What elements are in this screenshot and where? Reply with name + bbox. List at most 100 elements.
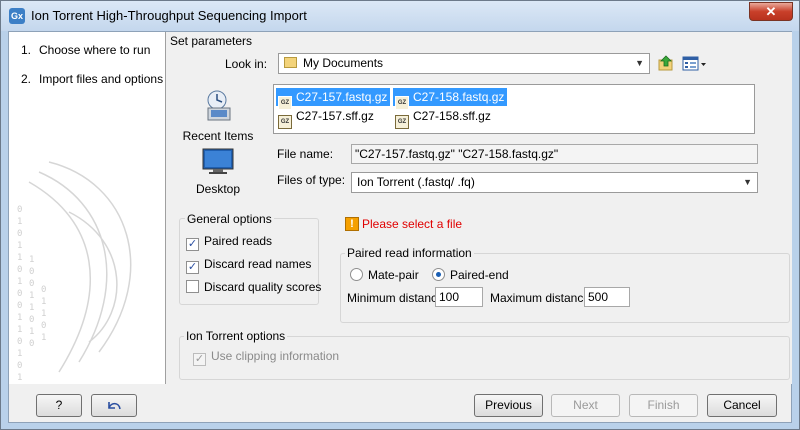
warning-icon: !: [345, 217, 359, 231]
wizard-steps-panel: 1. Choose where to run 2. Import files and…: [9, 32, 166, 384]
file-item[interactable]: GZ C27-157.fastq.gz: [276, 88, 391, 110]
radio-button[interactable]: [350, 268, 363, 281]
svg-text:1: 1: [17, 253, 22, 263]
desktop-icon: [202, 148, 234, 174]
svg-text:1: 1: [29, 327, 34, 337]
svg-text:0: 0: [29, 279, 34, 289]
svg-text:0: 0: [17, 289, 22, 299]
finish-button[interactable]: Finish: [629, 394, 698, 417]
file-item[interactable]: GZ C27-157.sff.gz: [276, 107, 377, 129]
checkbox-box[interactable]: ✓: [186, 261, 199, 274]
file-name: C27-157.fastq.gz: [296, 90, 388, 104]
desktop-place[interactable]: Desktop: [179, 147, 257, 196]
files-of-type-label: Files of type:: [277, 173, 346, 187]
paired-reads-checkbox[interactable]: ✓ Paired reads: [186, 234, 272, 251]
decorative-swirl-graphic: 010 110 100 110 101 100 110 10 011 01: [17, 161, 132, 383]
minimum-distance-field[interactable]: 100: [435, 287, 483, 307]
minimum-distance-label: Minimum distance: [347, 291, 444, 305]
paired-end-radio[interactable]: Paired-end: [432, 268, 509, 282]
previous-button[interactable]: Previous: [474, 394, 543, 417]
checkbox-label: Use clipping information: [211, 349, 340, 363]
files-of-type-dropdown[interactable]: Ion Torrent (.fastq/ .fq) ▼: [351, 172, 758, 193]
view-menu-icon[interactable]: [682, 56, 708, 72]
ion-torrent-options-title: Ion Torrent options: [184, 329, 288, 343]
checkbox-label: Discard quality scores: [204, 280, 322, 294]
svg-text:1: 1: [17, 277, 22, 287]
svg-text:0: 0: [41, 285, 46, 295]
recent-items-label: Recent Items: [182, 129, 254, 143]
dialog-body: 1. Choose where to run 2. Import files and…: [8, 31, 792, 423]
maximum-distance-label: Maximum distance: [490, 291, 591, 305]
svg-text:1: 1: [29, 255, 34, 265]
svg-text:0: 0: [17, 229, 22, 239]
look-in-value: My Documents: [303, 56, 384, 70]
title-bar[interactable]: Gx Ion Torrent High-Throughput Sequencin…: [1, 1, 799, 31]
file-name: C27-158.sff.gz: [413, 109, 491, 123]
look-in-dropdown[interactable]: My Documents ▼: [278, 53, 650, 74]
desktop-label: Desktop: [195, 182, 241, 196]
svg-text:1: 1: [17, 313, 22, 323]
file-item[interactable]: GZ C27-158.fastq.gz: [393, 88, 508, 110]
restore-defaults-button[interactable]: [91, 394, 137, 417]
files-of-type-value: Ion Torrent (.fastq/ .fq): [357, 175, 475, 189]
svg-text:1: 1: [29, 291, 34, 301]
checkbox-box[interactable]: ✓: [186, 238, 199, 251]
general-options-title: General options: [185, 212, 274, 226]
parameters-panel: Set parameters Look in: My Documents ▼ R…: [167, 32, 792, 384]
svg-text:0: 0: [29, 315, 34, 325]
svg-text:1: 1: [41, 309, 46, 319]
cancel-button[interactable]: Cancel: [707, 394, 777, 417]
mate-pair-radio[interactable]: Mate-pair: [350, 268, 419, 282]
step-import-files: 2. Import files and options: [21, 72, 163, 86]
file-name: C27-157.sff.gz: [296, 109, 374, 123]
svg-text:1: 1: [41, 297, 46, 307]
svg-text:0: 0: [17, 301, 22, 311]
recent-items-icon: [207, 90, 231, 121]
step-label: Import files and options: [39, 72, 164, 86]
checkbox-label: Paired reads: [204, 234, 273, 248]
look-in-label: Look in:: [225, 57, 268, 71]
up-folder-icon[interactable]: [657, 54, 675, 72]
svg-text:1: 1: [41, 333, 46, 343]
step-number: 2.: [21, 72, 32, 86]
maximum-distance-field[interactable]: 500: [584, 287, 630, 307]
file-list[interactable]: GZ C27-157.fastq.gz GZ C27-158.fastq.gz GZ…: [273, 84, 755, 134]
svg-text:1: 1: [17, 217, 22, 227]
warning-message: Please select a file: [362, 217, 463, 231]
svg-text:0: 0: [41, 321, 46, 331]
svg-text:1: 1: [17, 349, 22, 359]
close-button[interactable]: ✕: [749, 2, 793, 21]
file-name-label: File name:: [277, 147, 334, 161]
checkbox-box[interactable]: ✓: [193, 353, 206, 366]
step-number: 1.: [21, 43, 32, 57]
file-item[interactable]: GZ C27-158.sff.gz: [393, 107, 494, 129]
svg-text:0: 0: [29, 339, 34, 349]
recent-items-place[interactable]: Recent Items: [179, 88, 257, 143]
svg-text:1: 1: [17, 325, 22, 335]
discard-read-names-checkbox[interactable]: ✓ Discard read names: [186, 257, 311, 274]
window-title: Ion Torrent High-Throughput Sequencing I…: [31, 8, 307, 23]
folder-icon: [284, 57, 297, 68]
step-label: Choose where to run: [39, 43, 151, 57]
radio-button[interactable]: [432, 268, 445, 281]
gz-file-icon: GZ: [395, 115, 409, 129]
discard-quality-scores-checkbox[interactable]: Discard quality scores: [186, 280, 321, 294]
help-button[interactable]: ?: [36, 394, 82, 417]
chevron-down-icon: ▼: [635, 58, 644, 68]
svg-text:0: 0: [17, 205, 22, 215]
svg-text:1: 1: [17, 241, 22, 251]
radio-label: Paired-end: [450, 268, 509, 282]
checkbox-box[interactable]: [186, 280, 199, 293]
file-name-field[interactable]: "C27-157.fastq.gz" "C27-158.fastq.gz": [351, 144, 758, 164]
chevron-down-icon: ▼: [743, 177, 752, 187]
paired-read-group: [340, 253, 790, 323]
next-button[interactable]: Next: [551, 394, 620, 417]
svg-text:0: 0: [17, 265, 22, 275]
svg-text:1: 1: [29, 303, 34, 313]
checkbox-label: Discard read names: [204, 257, 312, 271]
svg-text:0: 0: [29, 267, 34, 277]
use-clipping-checkbox[interactable]: ✓ Use clipping information: [193, 349, 339, 366]
gz-file-icon: GZ: [278, 115, 292, 129]
set-parameters-title: Set parameters: [170, 34, 253, 48]
svg-text:0: 0: [17, 361, 22, 371]
